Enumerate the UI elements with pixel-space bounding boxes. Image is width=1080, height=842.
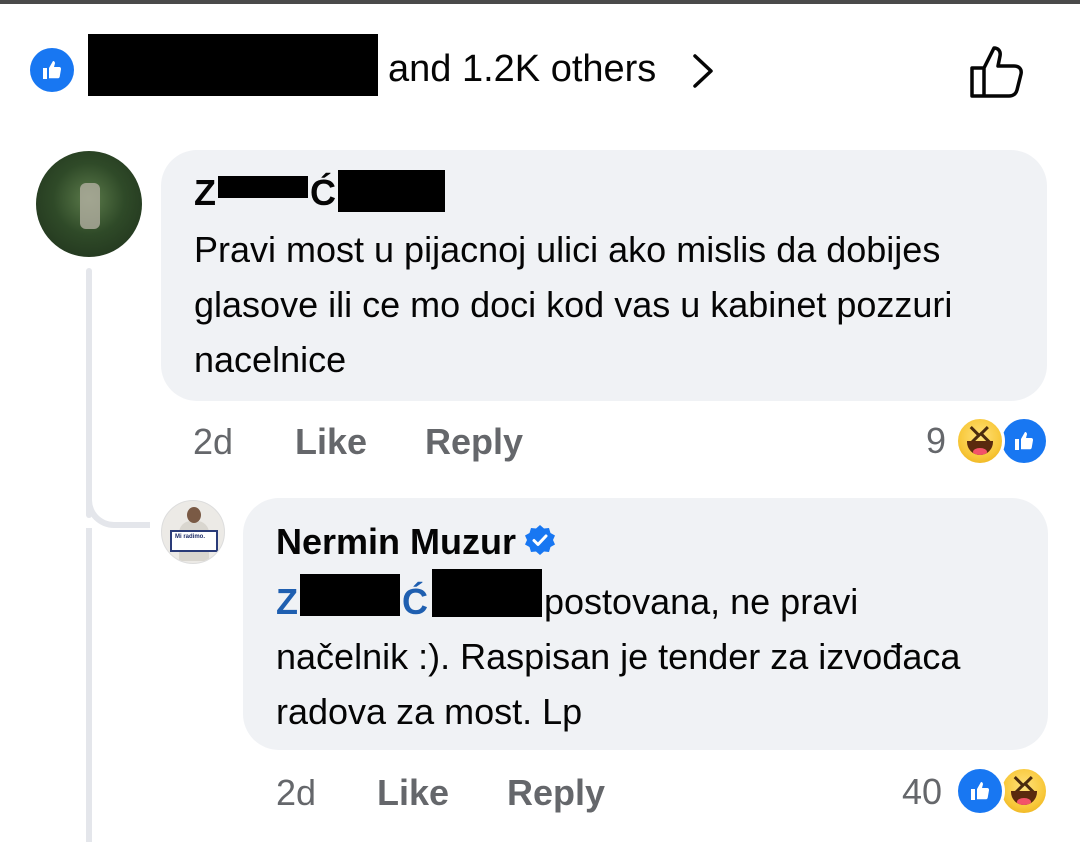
author-name: Nermin Muzur: [276, 521, 517, 562]
top-divider: [0, 0, 1080, 4]
like-button[interactable]: Like: [295, 421, 367, 463]
redacted-author-surname: [338, 170, 445, 212]
comment-time[interactable]: 2d: [276, 772, 316, 814]
avatar[interactable]: Mi radimo.: [161, 500, 225, 564]
redacted-liker-name: [88, 34, 378, 96]
comment-time[interactable]: 2d: [193, 421, 233, 463]
thread-connector: [86, 470, 150, 528]
like-icon: [955, 766, 1005, 816]
author-visible-start: Z: [194, 172, 216, 213]
likers-text[interactable]: and 1.2K others: [388, 46, 656, 92]
avatar-sign-text: Mi radimo.: [170, 530, 218, 552]
redacted-author-name: [218, 176, 308, 198]
like-icon: [999, 416, 1049, 466]
reaction-count[interactable]: 40: [902, 771, 942, 813]
haha-icon: [999, 766, 1049, 816]
haha-icon: [955, 416, 1005, 466]
thumbs-up-icon[interactable]: [966, 42, 1028, 105]
reaction-count[interactable]: 9: [926, 420, 946, 462]
like-button[interactable]: Like: [377, 772, 449, 814]
thread-line-continued: [86, 528, 92, 842]
comment-author[interactable]: Z: [194, 172, 216, 214]
chevron-right-icon[interactable]: [690, 52, 716, 95]
author-visible-mid: Ć: [310, 172, 336, 213]
reply-text: postovana, ne pravi načelnik :). Raspisa…: [276, 581, 961, 732]
like-reaction-icon[interactable]: [30, 48, 74, 92]
comment-author[interactable]: Nermin Muzur: [276, 521, 556, 565]
avatar[interactable]: [36, 151, 142, 257]
comment-text: Pravi most u pijacnoj ulici ako mislis d…: [194, 229, 953, 380]
verified-badge-icon: [524, 523, 556, 565]
reply-button[interactable]: Reply: [425, 421, 523, 463]
reply-button[interactable]: Reply: [507, 772, 605, 814]
